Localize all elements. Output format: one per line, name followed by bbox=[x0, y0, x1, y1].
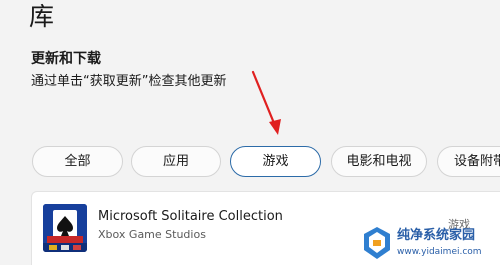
solitaire-app-icon bbox=[43, 204, 87, 252]
watermark-name: 纯净系统家园 bbox=[397, 228, 476, 243]
updates-heading: 更新和下载 bbox=[31, 51, 101, 67]
filter-device[interactable]: 设备附带 bbox=[437, 146, 500, 177]
watermark-url: www.yidaimei.com bbox=[397, 247, 482, 257]
app-name: Microsoft Solitaire Collection bbox=[98, 209, 283, 224]
filter-apps[interactable]: 应用 bbox=[131, 146, 221, 177]
filter-all[interactable]: 全部 bbox=[32, 146, 123, 177]
store-library-page: 库 更新和下载 通过单击“获取更新”检查其他更新 全部 应用 游戏 电影和电视 … bbox=[0, 0, 500, 265]
site-watermark: 纯净系统家园 www.yidaimei.com bbox=[360, 222, 500, 265]
filter-games[interactable]: 游戏 bbox=[230, 146, 321, 177]
page-title: 库 bbox=[29, 2, 55, 31]
app-publisher: Xbox Game Studios bbox=[98, 228, 206, 241]
filter-movies-tv[interactable]: 电影和电视 bbox=[331, 146, 427, 177]
updates-hint: 通过单击“获取更新”检查其他更新 bbox=[31, 74, 227, 89]
watermark-logo-icon bbox=[364, 227, 390, 259]
